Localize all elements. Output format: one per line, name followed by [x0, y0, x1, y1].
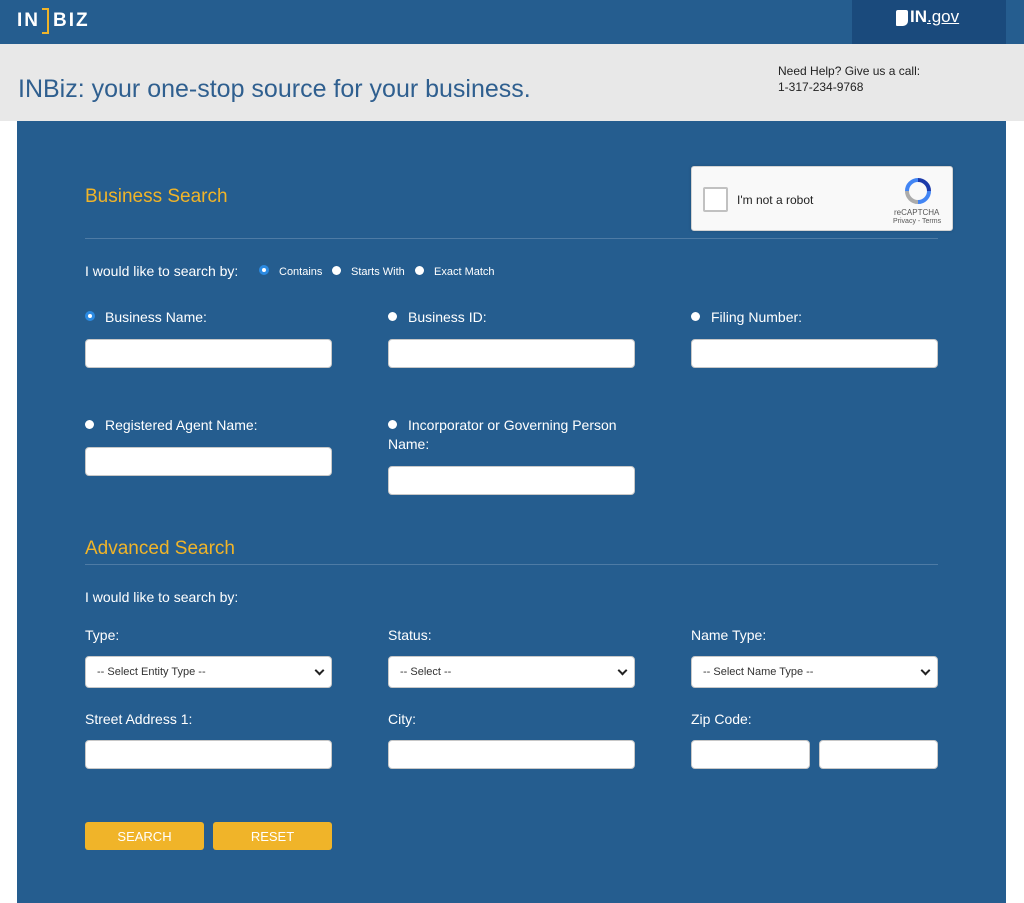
page-title: INBiz: your one-stop source for your bus…: [18, 75, 531, 103]
radio-registered-agent[interactable]: [85, 420, 94, 429]
status-select[interactable]: -- Select --: [388, 656, 635, 688]
filing-number-label: Filing Number:: [711, 309, 803, 325]
status-label: Status:: [388, 627, 432, 643]
logo-text-left: IN: [17, 10, 40, 31]
recaptcha-widget: I'm not a robot reCAPTCHA Privacy - Term…: [691, 166, 953, 231]
inbiz-logo[interactable]: IN BIZ: [17, 8, 90, 34]
radio-contains-label: Contains: [279, 266, 323, 278]
business-name-label: Business Name:: [105, 309, 207, 325]
city-label: City:: [388, 711, 416, 727]
radio-starts-with-label: Starts With: [351, 266, 405, 278]
filing-number-input[interactable]: [691, 339, 938, 368]
ingov-link[interactable]: IN.gov: [852, 0, 1006, 44]
street-address-label: Street Address 1:: [85, 711, 193, 727]
incorporator-label-line2: Name:: [388, 436, 430, 452]
name-type-label: Name Type:: [691, 627, 767, 643]
help-text: Need Help? Give us a call:: [778, 64, 921, 78]
advanced-search-title: Advanced Search: [85, 538, 235, 559]
street-address-input[interactable]: [85, 740, 332, 769]
radio-business-id[interactable]: [388, 312, 397, 321]
zip-code-input[interactable]: [691, 740, 810, 769]
radio-exact-match-label: Exact Match: [434, 266, 495, 278]
registered-agent-label: Registered Agent Name:: [105, 417, 258, 433]
incorporator-label-line1: Incorporator or Governing Person: [408, 417, 617, 433]
radio-starts-with[interactable]: [332, 266, 341, 275]
divider: [85, 564, 938, 565]
chevron-down-icon: [314, 665, 325, 676]
registered-agent-input[interactable]: [85, 447, 332, 476]
business-id-input[interactable]: [388, 339, 635, 368]
logo-bracket-icon: [42, 8, 49, 34]
city-input[interactable]: [388, 740, 635, 769]
business-id-label: Business ID:: [408, 309, 487, 325]
divider: [85, 238, 938, 239]
incorporator-input[interactable]: [388, 466, 635, 495]
entity-type-select[interactable]: -- Select Entity Type --: [85, 656, 332, 688]
ingov-text: IN.gov: [910, 7, 960, 26]
reset-button[interactable]: RESET: [213, 822, 332, 850]
zip-code-label: Zip Code:: [691, 711, 752, 727]
status-value: -- Select --: [400, 666, 452, 678]
radio-contains[interactable]: [259, 265, 269, 275]
entity-type-value: -- Select Entity Type --: [97, 666, 206, 678]
radio-filing-number[interactable]: [691, 312, 700, 321]
recaptcha-terms[interactable]: Privacy - Terms: [893, 218, 941, 225]
radio-business-name[interactable]: [85, 311, 95, 321]
business-name-input[interactable]: [85, 339, 332, 368]
advanced-search-by-label: I would like to search by:: [85, 589, 239, 605]
radio-incorporator[interactable]: [388, 420, 397, 429]
name-type-value: -- Select Name Type --: [703, 666, 814, 678]
recaptcha-checkbox[interactable]: [703, 187, 728, 212]
indiana-state-icon: [896, 10, 908, 26]
chevron-down-icon: [920, 665, 931, 676]
recaptcha-label: I'm not a robot: [737, 193, 814, 207]
zip-code-extension-input[interactable]: [819, 740, 938, 769]
search-by-label: I would like to search by:: [85, 263, 239, 279]
help-phone[interactable]: 1-317-234-9768: [778, 79, 920, 95]
search-button[interactable]: SEARCH: [85, 822, 204, 850]
logo-text-right: BIZ: [53, 10, 90, 31]
help-contact: Need Help? Give us a call: 1-317-234-976…: [778, 63, 920, 95]
recaptcha-logo-icon: [905, 178, 931, 204]
name-type-select[interactable]: -- Select Name Type --: [691, 656, 938, 688]
top-bar: IN BIZ IN.gov: [0, 0, 1024, 44]
chevron-down-icon: [617, 665, 628, 676]
business-search-title: Business Search: [85, 186, 228, 207]
radio-exact-match[interactable]: [415, 266, 424, 275]
recaptcha-brand: reCAPTCHA: [894, 208, 940, 217]
type-label: Type:: [85, 627, 120, 643]
